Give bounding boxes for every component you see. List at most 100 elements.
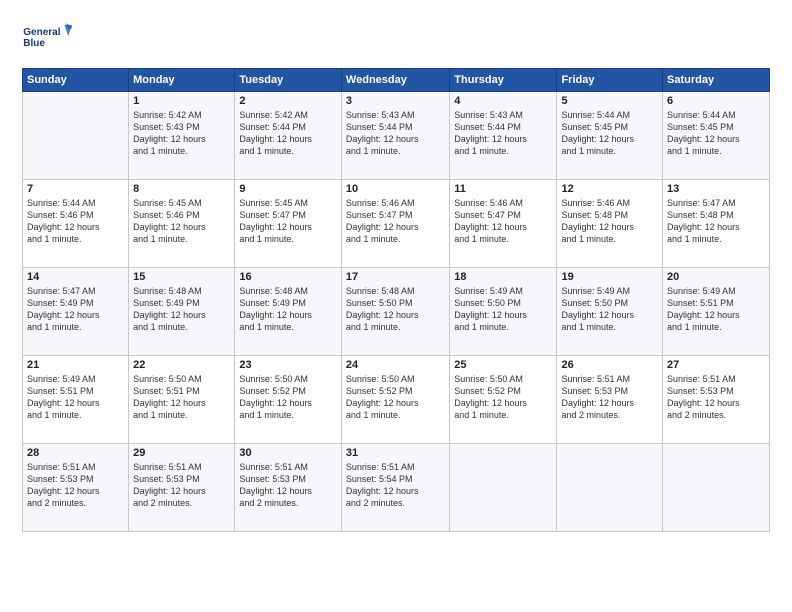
calendar-cell: 28 Sunrise: 5:51 AM Sunset: 5:53 PM Dayli… [23, 444, 129, 532]
day-number: 3 [346, 95, 445, 107]
cell-info: Sunrise: 5:45 AM Sunset: 5:47 PM Dayligh… [239, 197, 337, 246]
calendar-cell: 8Sunrise: 5:45 AM Sunset: 5:46 PM Daylig… [129, 180, 235, 268]
weekday-header-wednesday: Wednesday [341, 69, 449, 92]
day-number: 28 [27, 447, 124, 459]
calendar-cell: 13Sunrise: 5:47 AM Sunset: 5:48 PM Dayli… [663, 180, 770, 268]
weekday-header-friday: Friday [557, 69, 663, 92]
cell-info: Sunrise: 5:44 AM Sunset: 5:46 PM Dayligh… [27, 197, 124, 246]
calendar-cell: 1 Sunrise: 5:42 AM Sunset: 5:43 PM Daylig… [129, 92, 235, 180]
weekday-header-sunday: Sunday [23, 69, 129, 92]
calendar-cell: 4 Sunrise: 5:43 AM Sunset: 5:44 PM Daylig… [450, 92, 557, 180]
week-row-3: 14Sunrise: 5:47 AM Sunset: 5:49 PM Dayli… [23, 268, 770, 356]
cell-info: Sunrise: 5:44 AM Sunset: 5:45 PM Dayligh… [667, 109, 765, 158]
calendar-cell: 27 Sunrise: 5:51 AM Sunset: 5:53 PM Dayli… [663, 356, 770, 444]
weekday-header-thursday: Thursday [450, 69, 557, 92]
svg-text:General: General [23, 27, 60, 38]
calendar-cell [663, 444, 770, 532]
day-number: 7 [27, 183, 124, 195]
day-number: 26 [561, 359, 658, 371]
cell-info: Sunrise: 5:47 AM Sunset: 5:48 PM Dayligh… [667, 197, 765, 246]
day-number: 20 [667, 271, 765, 283]
day-number: 2 [239, 95, 337, 107]
calendar-cell: 29Sunrise: 5:51 AM Sunset: 5:53 PM Dayli… [129, 444, 235, 532]
cell-info: Sunrise: 5:50 AM Sunset: 5:51 PM Dayligh… [133, 373, 230, 422]
day-number: 21 [27, 359, 124, 371]
weekday-header-monday: Monday [129, 69, 235, 92]
day-number: 24 [346, 359, 445, 371]
cell-info: Sunrise: 5:42 AM Sunset: 5:44 PM Dayligh… [239, 109, 337, 158]
svg-text:Blue: Blue [23, 38, 45, 49]
calendar-cell: 3 Sunrise: 5:43 AM Sunset: 5:44 PM Daylig… [341, 92, 449, 180]
calendar-cell: 19 Sunrise: 5:49 AM Sunset: 5:50 PM Dayli… [557, 268, 663, 356]
calendar-cell: 24 Sunrise: 5:50 AM Sunset: 5:52 PM Dayli… [341, 356, 449, 444]
page: General Blue SundayMondayTuesdayWednesda… [0, 0, 792, 612]
cell-info: Sunrise: 5:50 AM Sunset: 5:52 PM Dayligh… [239, 373, 337, 422]
calendar-cell: 12 Sunrise: 5:46 AM Sunset: 5:48 PM Dayli… [557, 180, 663, 268]
weekday-header-saturday: Saturday [663, 69, 770, 92]
cell-info: Sunrise: 5:49 AM Sunset: 5:51 PM Dayligh… [27, 373, 124, 422]
calendar-cell: 18 Sunrise: 5:49 AM Sunset: 5:50 PM Dayli… [450, 268, 557, 356]
cell-info: Sunrise: 5:43 AM Sunset: 5:44 PM Dayligh… [454, 109, 552, 158]
cell-info: Sunrise: 5:50 AM Sunset: 5:52 PM Dayligh… [346, 373, 445, 422]
calendar-cell: 9 Sunrise: 5:45 AM Sunset: 5:47 PM Daylig… [235, 180, 342, 268]
calendar-cell: 25 Sunrise: 5:50 AM Sunset: 5:52 PM Dayli… [450, 356, 557, 444]
cell-info: Sunrise: 5:51 AM Sunset: 5:53 PM Dayligh… [667, 373, 765, 422]
calendar-cell [557, 444, 663, 532]
calendar-cell: 31 Sunrise: 5:51 AM Sunset: 5:54 PM Dayli… [341, 444, 449, 532]
day-number: 31 [346, 447, 445, 459]
calendar-cell: 16Sunrise: 5:48 AM Sunset: 5:49 PM Dayli… [235, 268, 342, 356]
calendar-cell: 21 Sunrise: 5:49 AM Sunset: 5:51 PM Dayli… [23, 356, 129, 444]
day-number: 17 [346, 271, 445, 283]
day-number: 16 [239, 271, 337, 283]
logo: General Blue [22, 18, 72, 58]
cell-info: Sunrise: 5:51 AM Sunset: 5:53 PM Dayligh… [27, 461, 124, 510]
day-number: 4 [454, 95, 552, 107]
calendar-cell: 5 Sunrise: 5:44 AM Sunset: 5:45 PM Daylig… [557, 92, 663, 180]
cell-info: Sunrise: 5:44 AM Sunset: 5:45 PM Dayligh… [561, 109, 658, 158]
calendar-cell: 2 Sunrise: 5:42 AM Sunset: 5:44 PM Daylig… [235, 92, 342, 180]
calendar-cell: 7 Sunrise: 5:44 AM Sunset: 5:46 PM Daylig… [23, 180, 129, 268]
week-row-1: 1 Sunrise: 5:42 AM Sunset: 5:43 PM Daylig… [23, 92, 770, 180]
week-row-4: 21 Sunrise: 5:49 AM Sunset: 5:51 PM Dayli… [23, 356, 770, 444]
day-number: 15 [133, 271, 230, 283]
calendar-cell [23, 92, 129, 180]
day-number: 11 [454, 183, 552, 195]
day-number: 10 [346, 183, 445, 195]
calendar-cell: 11 Sunrise: 5:46 AM Sunset: 5:47 PM Dayli… [450, 180, 557, 268]
calendar-cell: 23Sunrise: 5:50 AM Sunset: 5:52 PM Dayli… [235, 356, 342, 444]
day-number: 27 [667, 359, 765, 371]
cell-info: Sunrise: 5:48 AM Sunset: 5:50 PM Dayligh… [346, 285, 445, 334]
calendar-cell: 26Sunrise: 5:51 AM Sunset: 5:53 PM Dayli… [557, 356, 663, 444]
cell-info: Sunrise: 5:49 AM Sunset: 5:51 PM Dayligh… [667, 285, 765, 334]
day-number: 22 [133, 359, 230, 371]
cell-info: Sunrise: 5:50 AM Sunset: 5:52 PM Dayligh… [454, 373, 552, 422]
weekday-header-tuesday: Tuesday [235, 69, 342, 92]
day-number: 30 [239, 447, 337, 459]
day-number: 5 [561, 95, 658, 107]
calendar-cell: 6Sunrise: 5:44 AM Sunset: 5:45 PM Daylig… [663, 92, 770, 180]
cell-info: Sunrise: 5:46 AM Sunset: 5:47 PM Dayligh… [454, 197, 552, 246]
calendar-cell: 17 Sunrise: 5:48 AM Sunset: 5:50 PM Dayli… [341, 268, 449, 356]
cell-info: Sunrise: 5:48 AM Sunset: 5:49 PM Dayligh… [133, 285, 230, 334]
day-number: 14 [27, 271, 124, 283]
calendar-cell: 15 Sunrise: 5:48 AM Sunset: 5:49 PM Dayli… [129, 268, 235, 356]
calendar-cell: 10Sunrise: 5:46 AM Sunset: 5:47 PM Dayli… [341, 180, 449, 268]
cell-info: Sunrise: 5:43 AM Sunset: 5:44 PM Dayligh… [346, 109, 445, 158]
day-number: 9 [239, 183, 337, 195]
day-number: 29 [133, 447, 230, 459]
day-number: 25 [454, 359, 552, 371]
day-number: 12 [561, 183, 658, 195]
cell-info: Sunrise: 5:49 AM Sunset: 5:50 PM Dayligh… [454, 285, 552, 334]
cell-info: Sunrise: 5:51 AM Sunset: 5:53 PM Dayligh… [239, 461, 337, 510]
calendar-cell: 22 Sunrise: 5:50 AM Sunset: 5:51 PM Dayli… [129, 356, 235, 444]
day-number: 18 [454, 271, 552, 283]
day-number: 19 [561, 271, 658, 283]
cell-info: Sunrise: 5:49 AM Sunset: 5:50 PM Dayligh… [561, 285, 658, 334]
day-number: 1 [133, 95, 230, 107]
calendar-cell: 20 Sunrise: 5:49 AM Sunset: 5:51 PM Dayli… [663, 268, 770, 356]
cell-info: Sunrise: 5:42 AM Sunset: 5:43 PM Dayligh… [133, 109, 230, 158]
cell-info: Sunrise: 5:51 AM Sunset: 5:54 PM Dayligh… [346, 461, 445, 510]
week-row-2: 7 Sunrise: 5:44 AM Sunset: 5:46 PM Daylig… [23, 180, 770, 268]
week-row-5: 28 Sunrise: 5:51 AM Sunset: 5:53 PM Dayli… [23, 444, 770, 532]
cell-info: Sunrise: 5:46 AM Sunset: 5:48 PM Dayligh… [561, 197, 658, 246]
